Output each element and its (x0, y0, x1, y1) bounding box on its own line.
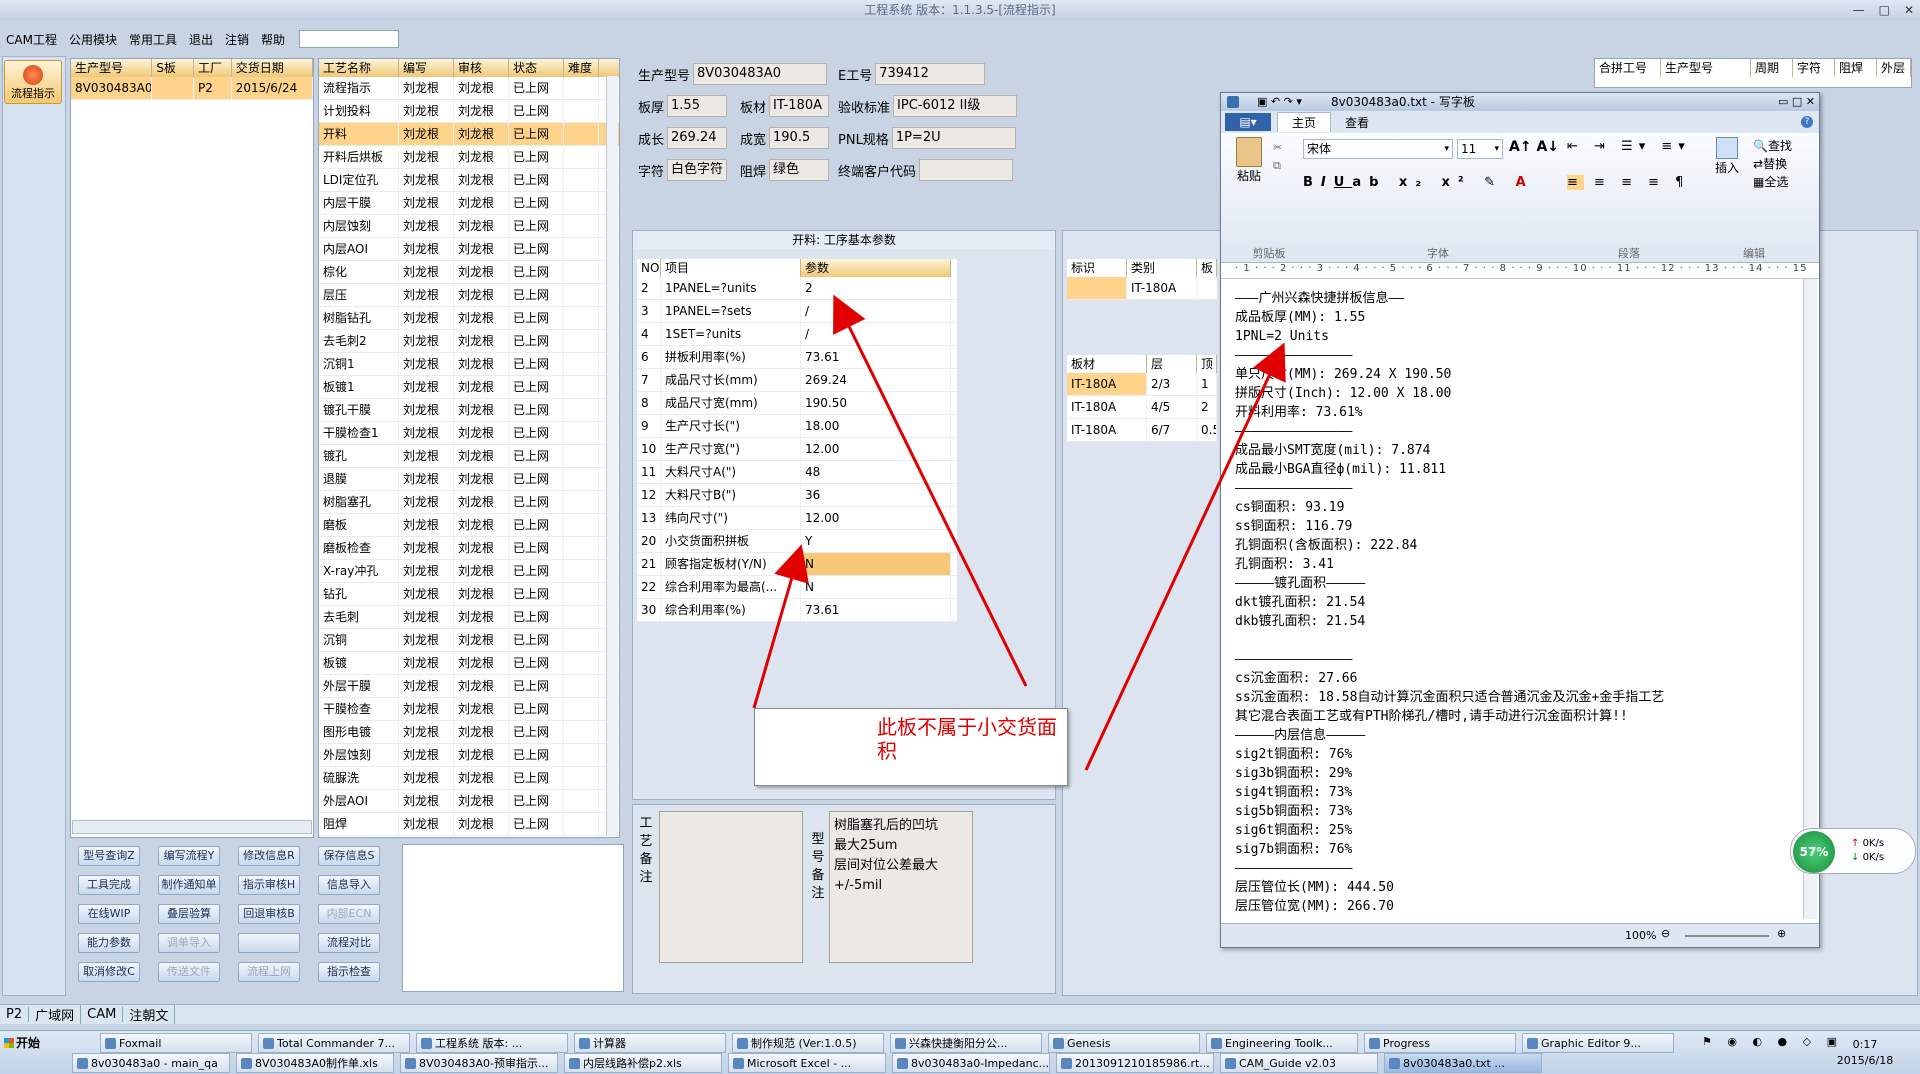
arrow-to-pnl (1084, 342, 1286, 771)
taskbar-button[interactable]: 8V030483A0-预审指示... (400, 1053, 558, 1073)
start-label: 开始 (16, 1036, 41, 1050)
clock-date: 2015/6/18 (1836, 1054, 1894, 1067)
taskbar-button[interactable]: Genesis (1048, 1033, 1200, 1053)
taskbar-button[interactable]: Total Commander 7... (258, 1033, 410, 1053)
status-user: 注朝文 (123, 1005, 176, 1024)
taskbar-button[interactable]: 工程系统 版本: ... (416, 1033, 568, 1053)
callout-text: 此板不属于小交货面积 (877, 715, 1057, 763)
taskbar-button[interactable]: 2013091210185986.rt... (1056, 1053, 1214, 1073)
status-network: 广域网 (29, 1005, 82, 1024)
annotation-callout: 此板不属于小交货面积 (754, 708, 1068, 786)
tray-icons[interactable]: ⚑ ◉ ◐ ● ◇ ▣ (1702, 1035, 1843, 1048)
net-percent: 57% (1793, 831, 1835, 873)
annotation-arrows (752, 294, 1286, 771)
taskbar-button[interactable]: 兴森快捷衡阳分公... (890, 1033, 1042, 1053)
clock-time: 0:17 (1852, 1038, 1878, 1051)
taskbar-button[interactable]: 计算器 (574, 1033, 726, 1053)
taskbar-button[interactable]: 8V030483A0制作单.xls (236, 1053, 394, 1073)
arrow-to-small-delivery (752, 544, 809, 709)
taskbar-button[interactable]: 内层线路补偿p2.xls (564, 1053, 722, 1073)
taskbar-button[interactable]: Foxmail (100, 1033, 252, 1053)
taskbar: 开始 Foxmail Total Commander 7... 工程系统 版本: .… (0, 1030, 1920, 1074)
status-cam: CAM (81, 1007, 124, 1022)
taskbar-button[interactable]: 制作规范 (Ver:1.0.5) (732, 1033, 884, 1053)
start-button[interactable]: 开始 (2, 1033, 48, 1053)
windows-icon (4, 1038, 14, 1048)
taskbar-button[interactable]: CAM_Guide v2.03 (1220, 1053, 1378, 1073)
clock[interactable]: 0:17 2015/6/18 (1830, 1037, 1900, 1069)
taskbar-button[interactable]: Progress (1364, 1033, 1516, 1053)
taskbar-button[interactable]: 8v030483a0-Impedanc... (892, 1053, 1050, 1073)
taskbar-button[interactable]: Engineering Toolk... (1206, 1033, 1358, 1053)
taskbar-button[interactable]: Graphic Editor 9... (1522, 1033, 1674, 1053)
download-speed: 0K/s (1862, 852, 1885, 863)
arrow-to-param (833, 294, 1028, 687)
taskbar-button[interactable]: 8v030483a0.txt ... (1384, 1053, 1542, 1073)
taskbar-button[interactable]: Microsoft Excel - ... (728, 1053, 886, 1073)
net-speed-widget[interactable]: 57% ↑ 0K/s ↓ 0K/s (1790, 828, 1916, 874)
status-bar: P2 广域网 CAM 注朝文 (0, 1004, 1920, 1024)
taskbar-button[interactable]: 8v030483a0 - main_qa (72, 1053, 230, 1073)
net-speeds: ↑ 0K/s ↓ 0K/s (1851, 838, 1885, 863)
upload-speed: 0K/s (1862, 838, 1885, 849)
status-factory[interactable]: P2 (0, 1007, 30, 1022)
